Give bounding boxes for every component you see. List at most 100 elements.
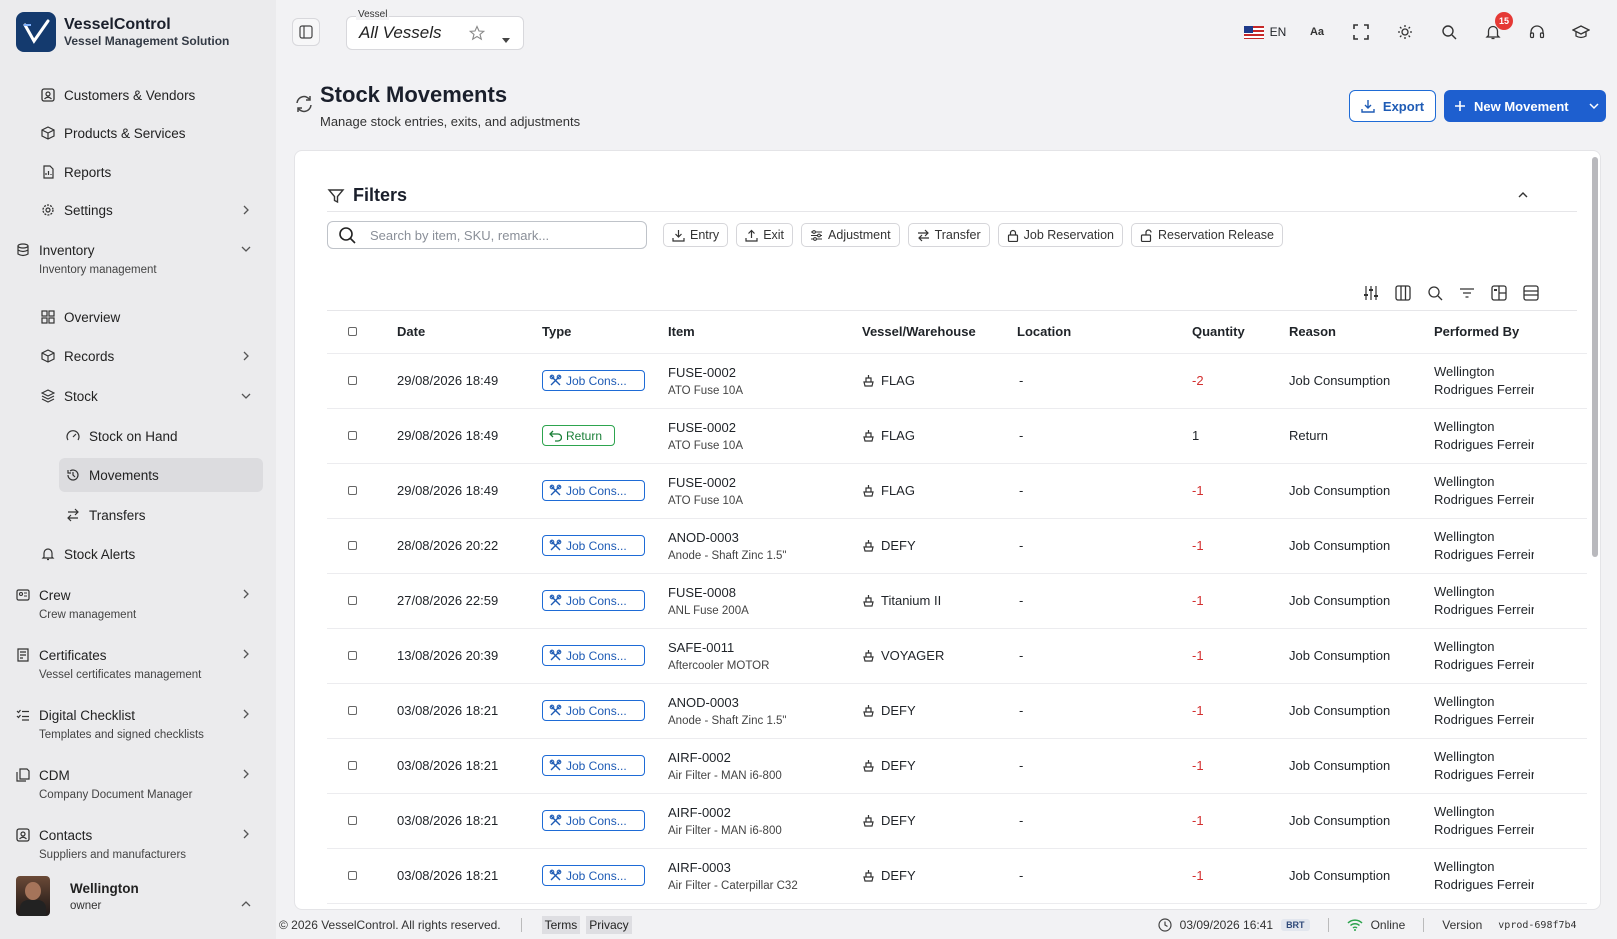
- row-checkbox[interactable]: [348, 431, 357, 440]
- filters-header[interactable]: Filters: [327, 185, 407, 206]
- sidebar-section-cdm[interactable]: CDM Company Document Manager: [16, 765, 192, 801]
- row-checkbox[interactable]: [348, 486, 357, 495]
- sidebar-toggle-button[interactable]: [292, 18, 320, 46]
- row-quantity: -1: [1192, 738, 1289, 794]
- item-sku[interactable]: SAFE-0011: [668, 640, 862, 655]
- sidebar-item-movements[interactable]: Movements: [59, 458, 263, 492]
- chevron-up-icon[interactable]: [240, 898, 252, 910]
- table-row[interactable]: 27/08/2026 22:59 Job Cons... FUSE-0008 ANL …: [327, 573, 1587, 629]
- table-row[interactable]: 28/08/2026 20:22 Job Cons... ANOD-0003 Anod…: [327, 518, 1587, 574]
- filter-chip-job-reservation[interactable]: Job Reservation: [997, 223, 1123, 247]
- table-row[interactable]: 29/08/2026 18:49 Job Cons... FUSE-0002 ATO …: [327, 353, 1587, 409]
- global-search-button[interactable]: [1427, 18, 1471, 46]
- column-header-item[interactable]: Item: [668, 311, 862, 354]
- filter-chip-adjustment[interactable]: Adjustment: [801, 223, 900, 247]
- language-select[interactable]: EN: [1235, 18, 1295, 46]
- filter-chip-exit[interactable]: Exit: [736, 223, 794, 247]
- gauge-icon: [65, 428, 81, 444]
- filter-chip-reservation-release[interactable]: Reservation Release: [1130, 223, 1284, 247]
- item-sku[interactable]: AIRF-0003: [668, 860, 862, 875]
- item-sku[interactable]: ANOD-0003: [668, 530, 862, 545]
- sidebar-item-stock-on-hand[interactable]: Stock on Hand: [65, 419, 178, 453]
- scrollbar[interactable]: [1592, 157, 1598, 557]
- vessel-select[interactable]: All Vessels: [346, 16, 524, 50]
- column-header-reason[interactable]: Reason: [1289, 311, 1434, 354]
- movement-type-filters: Entry Exit Adjustment Transfer Job Reser…: [663, 223, 1291, 247]
- row-date: 29/08/2026 18:49: [397, 463, 542, 519]
- fullscreen-button[interactable]: [1339, 18, 1383, 46]
- item-sku[interactable]: FUSE-0008: [668, 585, 862, 600]
- sidebar-item-stock[interactable]: Stock: [40, 379, 98, 413]
- rows-icon: [1523, 285, 1539, 301]
- item-sku[interactable]: AIRF-0002: [668, 750, 862, 765]
- sidebar-item-settings[interactable]: Settings: [40, 193, 113, 227]
- brand[interactable]: VesselControl Vessel Management Solution: [16, 12, 229, 52]
- sidebar-item-customers[interactable]: Customers & Vendors: [40, 78, 195, 112]
- table-settings-button[interactable]: [1355, 281, 1387, 305]
- sidebar-item-reports[interactable]: Reports: [40, 155, 111, 189]
- row-checkbox[interactable]: [348, 871, 357, 880]
- sidebar-section-crew[interactable]: Crew Crew management: [16, 585, 136, 621]
- item-sku[interactable]: AIRF-0002: [668, 805, 862, 820]
- table-row[interactable]: 29/08/2026 18:49 Return FUSE-0002 ATO Fuse …: [327, 408, 1587, 464]
- table-row[interactable]: 29/08/2026 18:49 Job Cons... FUSE-0002 ATO …: [327, 463, 1587, 519]
- table-row[interactable]: 03/08/2026 18:21 Job Cons... AIRF-0003 Air …: [327, 848, 1587, 904]
- column-header-date[interactable]: Date: [397, 311, 542, 354]
- sidebar-item-overview[interactable]: Overview: [40, 300, 120, 334]
- training-button[interactable]: [1559, 18, 1603, 46]
- sidebar-item-stock-alerts[interactable]: Stock Alerts: [40, 537, 135, 571]
- table-row[interactable]: 13/08/2026 20:39 Job Cons... SAFE-0011 Afte…: [327, 628, 1587, 684]
- column-header-type[interactable]: Type: [542, 311, 668, 354]
- column-header-performed-by[interactable]: Performed By: [1434, 311, 1587, 354]
- columns-button[interactable]: [1387, 281, 1419, 305]
- sidebar-section-inventory[interactable]: Inventory Inventory management: [16, 240, 157, 276]
- sidebar-section-contacts[interactable]: Contacts Suppliers and manufacturers: [16, 825, 186, 861]
- item-sku[interactable]: ANOD-0003: [668, 695, 862, 710]
- table-row[interactable]: 03/08/2026 18:21 Job Cons... ANOD-0003 Anod…: [327, 683, 1587, 739]
- filter-chip-transfer[interactable]: Transfer: [907, 223, 990, 247]
- chip-label: Reservation Release: [1157, 228, 1275, 242]
- font-size-button[interactable]: Aa: [1295, 18, 1339, 46]
- refresh-icon[interactable]: [294, 94, 314, 117]
- sidebar-section-digital-checklist[interactable]: Digital Checklist Templates and signed c…: [16, 705, 204, 741]
- export-button[interactable]: Export: [1349, 90, 1436, 122]
- item-sku[interactable]: FUSE-0002: [668, 365, 862, 380]
- table-filter-button[interactable]: [1451, 281, 1483, 305]
- search-input[interactable]: Search by item, SKU, remark...: [327, 221, 647, 249]
- chip-label: Adjustment: [828, 228, 891, 242]
- row-checkbox[interactable]: [348, 816, 357, 825]
- notifications-button[interactable]: 15: [1471, 12, 1515, 46]
- theme-toggle-button[interactable]: [1383, 18, 1427, 46]
- table-row[interactable]: 03/08/2026 18:21 Job Cons... AIRF-0002 Air …: [327, 738, 1587, 794]
- user-menu[interactable]: Wellington owner: [16, 876, 139, 916]
- row-checkbox[interactable]: [348, 651, 357, 660]
- chevron-down-icon: [240, 390, 252, 402]
- column-header-vessel[interactable]: Vessel/Warehouse: [862, 311, 1017, 354]
- select-all-checkbox[interactable]: [348, 327, 357, 337]
- column-header-quantity[interactable]: Quantity: [1192, 311, 1289, 354]
- item-sku[interactable]: FUSE-0002: [668, 475, 862, 490]
- support-button[interactable]: [1515, 18, 1559, 46]
- table-search-button[interactable]: [1419, 281, 1451, 305]
- privacy-link[interactable]: Privacy: [586, 916, 632, 934]
- sidebar-item-transfers[interactable]: Transfers: [65, 498, 146, 532]
- sidebar-item-records[interactable]: Records: [40, 339, 114, 373]
- row-checkbox[interactable]: [348, 376, 357, 385]
- row-checkbox[interactable]: [348, 761, 357, 770]
- row-checkbox[interactable]: [348, 541, 357, 550]
- item-sku[interactable]: FUSE-0002: [668, 420, 862, 435]
- chevron-up-icon[interactable]: [1518, 191, 1528, 199]
- table-layout-button[interactable]: [1483, 281, 1515, 305]
- chevron-down-icon[interactable]: [1581, 102, 1599, 110]
- table-row[interactable]: 03/08/2026 18:21 Job Cons... AIRF-0002 Air …: [327, 793, 1587, 849]
- sidebar-section-certificates[interactable]: Certificates Vessel certificates managem…: [16, 645, 201, 681]
- column-header-location[interactable]: Location: [1017, 311, 1192, 354]
- row-checkbox[interactable]: [348, 596, 357, 605]
- row-checkbox[interactable]: [348, 706, 357, 715]
- star-icon[interactable]: [468, 25, 486, 44]
- new-movement-button[interactable]: New Movement: [1444, 90, 1606, 122]
- filter-chip-entry[interactable]: Entry: [663, 223, 729, 247]
- sidebar-item-products[interactable]: Products & Services: [40, 116, 186, 150]
- table-density-button[interactable]: [1515, 281, 1547, 305]
- terms-link[interactable]: Terms: [541, 916, 581, 934]
